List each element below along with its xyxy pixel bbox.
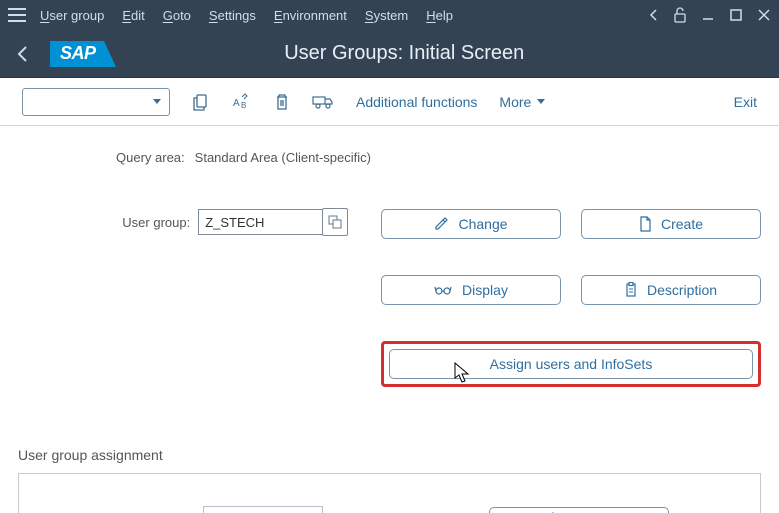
action-buttons: Change Create Display Description Assign…: [381, 209, 761, 387]
glasses-icon: [434, 284, 452, 296]
user-group-input-wrap: [198, 209, 345, 235]
menu-help[interactable]: Help: [426, 8, 453, 23]
trash-icon[interactable]: [274, 93, 290, 111]
application-toolbar: AB Additional functions More Exit: [0, 78, 779, 126]
menu-settings[interactable]: Settings: [209, 8, 256, 23]
chevron-left-icon[interactable]: [649, 9, 659, 21]
additional-functions-button[interactable]: Additional functions: [356, 94, 477, 110]
menu-items: User group Edit Goto Settings Environmen…: [40, 8, 649, 23]
assignment-section-title: User group assignment: [18, 447, 761, 463]
assignment-panel: User: Change: [18, 473, 761, 513]
assignment-change-button[interactable]: Change: [489, 507, 669, 513]
pencil-icon: [434, 217, 448, 231]
create-button[interactable]: Create: [581, 209, 761, 239]
more-button[interactable]: More: [499, 94, 545, 110]
menu-system[interactable]: System: [365, 8, 408, 23]
svg-text:A: A: [233, 98, 240, 109]
system-icons: [649, 7, 771, 23]
query-area-value: Standard Area (Client-specific): [195, 150, 371, 165]
query-area-label: Query area:: [116, 150, 185, 165]
description-button[interactable]: Description: [581, 275, 761, 305]
content-area: Query area: Standard Area (Client-specif…: [0, 126, 779, 513]
assignment-user-input[interactable]: [203, 506, 323, 513]
menu-goto[interactable]: Goto: [163, 8, 191, 23]
create-label: Create: [661, 216, 703, 232]
value-help-button[interactable]: [322, 208, 348, 236]
highlighted-frame: Assign users and InfoSets: [381, 341, 761, 387]
menu-user-group[interactable]: User group: [40, 8, 104, 23]
document-icon: [639, 216, 651, 232]
more-label: More: [499, 94, 531, 110]
user-group-row: User group: Change Create Display: [18, 209, 761, 387]
page-title: User Groups: Initial Screen: [122, 42, 767, 65]
unlock-icon[interactable]: [673, 7, 687, 23]
change-button[interactable]: Change: [381, 209, 561, 239]
close-icon[interactable]: [757, 8, 771, 22]
hamburger-menu-icon[interactable]: [8, 6, 26, 24]
assign-users-infosets-button[interactable]: Assign users and InfoSets: [389, 349, 753, 379]
menu-environment[interactable]: Environment: [274, 8, 347, 23]
copy-icon[interactable]: [192, 92, 210, 112]
exit-button[interactable]: Exit: [734, 94, 757, 110]
transport-icon[interactable]: [312, 94, 334, 110]
title-bar: SAP User Groups: Initial Screen: [0, 30, 779, 78]
clipboard-icon: [625, 282, 637, 298]
display-button[interactable]: Display: [381, 275, 561, 305]
minimize-icon[interactable]: [701, 8, 715, 22]
display-label: Display: [462, 282, 508, 298]
command-field[interactable]: [22, 88, 170, 116]
change-label: Change: [458, 216, 507, 232]
user-group-label: User group:: [18, 209, 198, 230]
user-group-input[interactable]: [198, 209, 324, 235]
back-button[interactable]: [12, 43, 34, 65]
sap-logo: SAP: [50, 41, 104, 67]
menu-edit[interactable]: Edit: [122, 8, 144, 23]
maximize-icon[interactable]: [729, 8, 743, 22]
chevron-down-icon: [537, 99, 545, 104]
query-area-row: Query area: Standard Area (Client-specif…: [116, 150, 761, 165]
chevron-down-icon: [153, 99, 161, 104]
menu-bar: User group Edit Goto Settings Environmen…: [0, 0, 779, 30]
svg-text:B: B: [241, 101, 246, 110]
rename-icon[interactable]: AB: [232, 93, 252, 111]
description-label: Description: [647, 282, 717, 298]
